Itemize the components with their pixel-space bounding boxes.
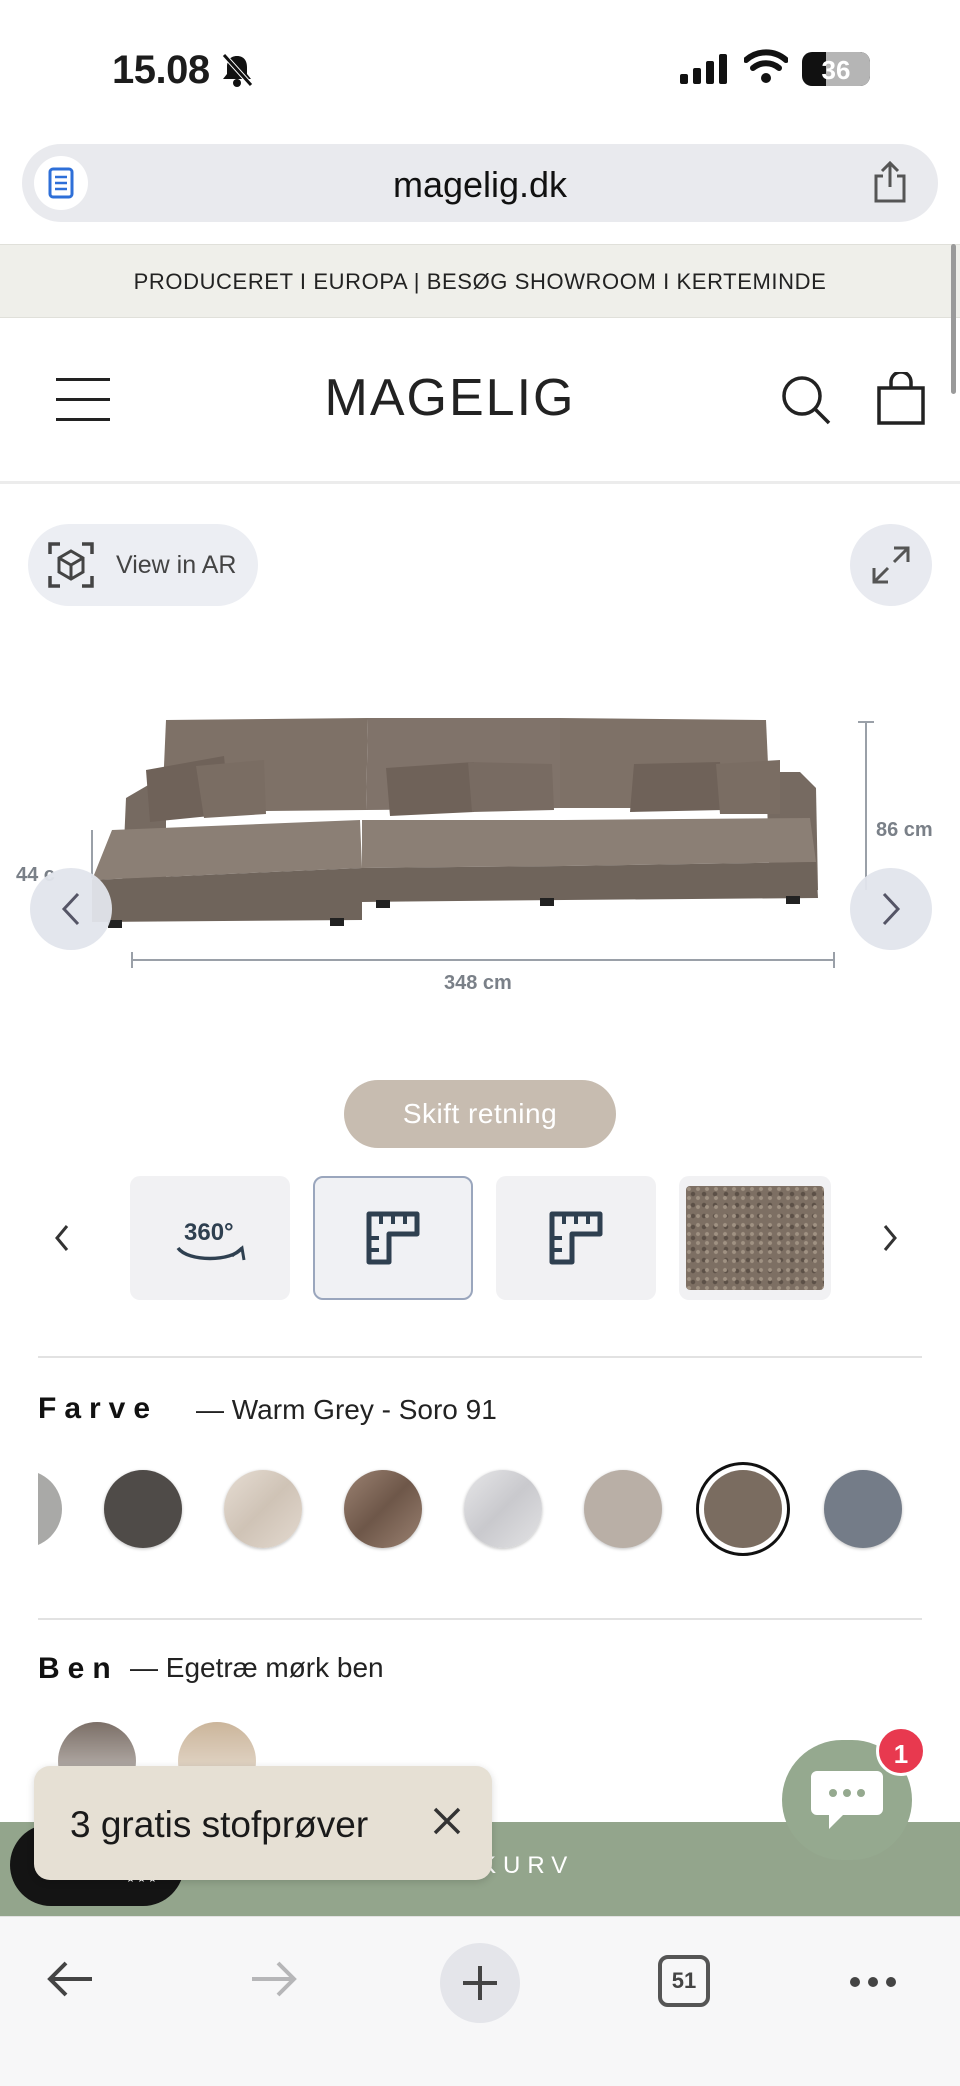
ar-label: View in AR [116, 550, 237, 579]
gallery-next-button[interactable] [850, 868, 932, 950]
cellular-signal-icon [680, 54, 727, 84]
cart-bag-icon[interactable] [876, 372, 926, 426]
battery-indicator: 36 [802, 52, 870, 86]
free-samples-text: 3 gratis stofprøver [70, 1804, 369, 1845]
free-samples-popup[interactable]: 3 gratis stofprøver [34, 1766, 492, 1880]
color-option-value: — Warm Grey - Soro 91 [196, 1394, 497, 1425]
add-to-cart-label: KURV [480, 1852, 575, 1879]
status-time: 15.08 [112, 48, 210, 92]
thumbnails-prev-icon[interactable] [52, 1222, 72, 1254]
thumbnail-360-label: 360° [184, 1219, 234, 1246]
url-text: magelig.dk [392, 164, 568, 205]
divider [38, 1356, 922, 1358]
ar-cube-icon [48, 542, 94, 588]
status-bar: 15.08 36 [0, 0, 960, 140]
wifi-icon [744, 49, 788, 83]
more-options-icon[interactable] [848, 1975, 898, 1989]
fabric-texture-image [686, 1186, 824, 1290]
thumbnail-360[interactable]: 360° [130, 1176, 290, 1300]
width-dimension-label: 348 cm [444, 972, 512, 994]
thumbnails-next-icon[interactable] [880, 1222, 900, 1254]
thumbnail-dimensions-selected[interactable] [313, 1176, 473, 1300]
address-bar[interactable]: magelig.dk [22, 144, 938, 222]
expand-icon [872, 546, 910, 584]
divider [38, 1618, 922, 1620]
color-swatch-selected[interactable] [696, 1462, 790, 1556]
color-swatch[interactable] [104, 1470, 182, 1548]
color-swatch[interactable] [824, 1470, 902, 1548]
thumbnail-fabric-sample[interactable] [679, 1176, 831, 1300]
color-swatch[interactable] [584, 1470, 662, 1548]
chevron-left-icon [61, 892, 80, 926]
color-swatch-partial[interactable] [38, 1470, 62, 1548]
ruler-corner-icon [549, 1211, 603, 1265]
tabs-button[interactable]: 51 [658, 1955, 710, 2007]
close-icon[interactable] [430, 1804, 464, 1838]
view-in-ar-button[interactable]: View in AR [28, 524, 258, 606]
new-tab-button[interactable] [440, 1943, 520, 2023]
switch-direction-button[interactable]: Skift retning [344, 1080, 616, 1148]
announcement-bar: PRODUCERET I EUROPA | BESØG SHOWROOM I K… [0, 244, 960, 318]
share-icon[interactable] [872, 160, 908, 204]
thumbnail-dimensions[interactable] [496, 1176, 656, 1300]
search-icon[interactable] [780, 374, 832, 426]
chat-unread-badge: 1 [876, 1726, 926, 1776]
color-option-label: Farve [38, 1392, 159, 1425]
rotate-360-icon: 360° [176, 1219, 246, 1261]
height-dimension-label: 86 cm [876, 819, 933, 841]
plus-icon [463, 1966, 497, 2000]
site-logo[interactable]: MAGELIG [0, 368, 900, 428]
silent-bell-icon [222, 53, 253, 87]
chat-bubble-icon [811, 1771, 883, 1829]
forward-arrow-icon[interactable] [246, 1951, 302, 2007]
fullscreen-button[interactable] [850, 524, 932, 606]
battery-level: 36 [821, 55, 851, 85]
site-header: MAGELIG [0, 318, 960, 484]
chevron-right-icon [882, 892, 901, 926]
ruler-corner-icon [366, 1211, 420, 1265]
product-image-sofa: 348 cm 86 cm 44 c [16, 718, 933, 994]
browser-toolbar: 51 [0, 1916, 960, 2086]
color-swatch[interactable] [344, 1470, 422, 1548]
color-swatch[interactable] [224, 1470, 302, 1548]
color-swatch[interactable] [464, 1470, 542, 1548]
back-arrow-icon[interactable] [42, 1951, 98, 2007]
gallery-prev-button[interactable] [30, 868, 112, 950]
